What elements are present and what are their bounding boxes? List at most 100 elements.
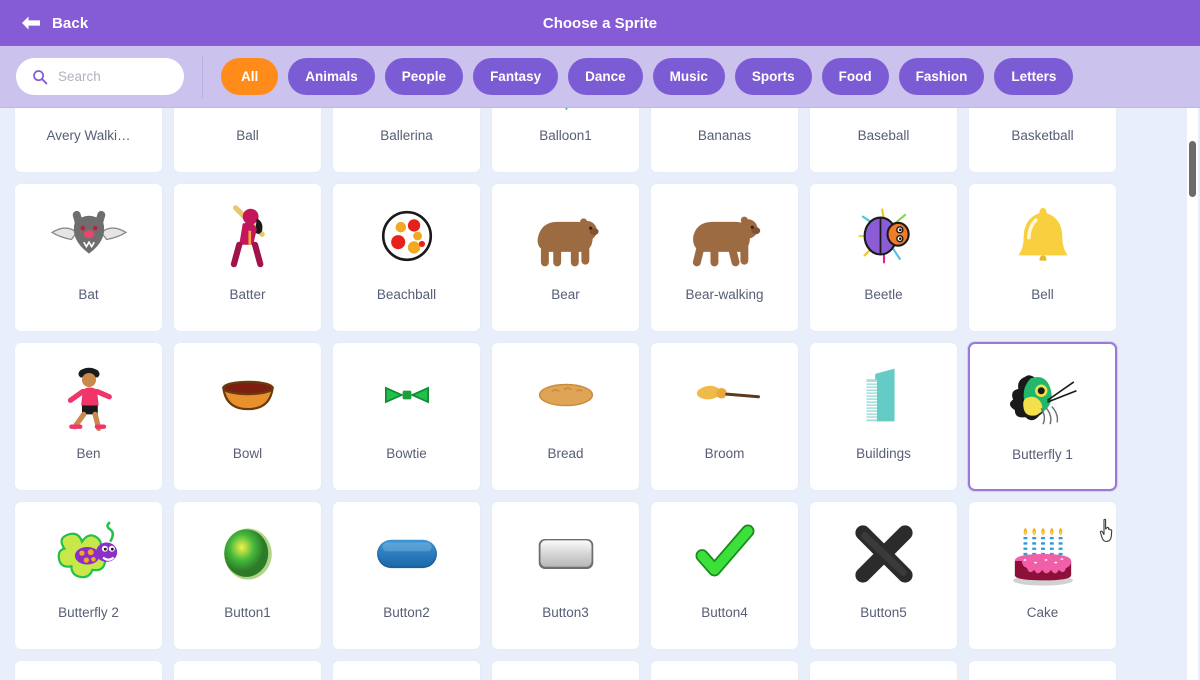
batter-icon bbox=[174, 184, 321, 288]
sprite-name: Button4 bbox=[701, 606, 748, 620]
sprite-tile[interactable]: Bread bbox=[491, 342, 640, 491]
sprite-tile[interactable]: Bear-walking bbox=[650, 183, 799, 332]
sprite-tile[interactable] bbox=[809, 660, 958, 680]
page-title: Choose a Sprite bbox=[542, 14, 658, 32]
avery-walking-icon bbox=[15, 108, 162, 129]
beetle-icon bbox=[810, 184, 957, 288]
sprite-tile[interactable]: Bananas bbox=[650, 108, 799, 173]
sprite-tile[interactable]: Button2 bbox=[332, 501, 481, 650]
sprite-tile[interactable]: Button3 bbox=[491, 501, 640, 650]
sprite-tile[interactable]: Batter bbox=[173, 183, 322, 332]
sprite-name: Batter bbox=[229, 288, 266, 302]
sprite-tile[interactable]: Button1 bbox=[173, 501, 322, 650]
filter-tag-music[interactable]: Music bbox=[652, 58, 725, 95]
button3-icon bbox=[492, 502, 639, 606]
sprite-name: Bear-walking bbox=[685, 288, 764, 302]
sprite-tile[interactable]: Balloon1 bbox=[491, 108, 640, 173]
baseball-icon bbox=[810, 108, 957, 129]
button5-icon bbox=[810, 502, 957, 606]
butterfly2-icon bbox=[15, 502, 162, 606]
vertical-scrollbar-thumb[interactable] bbox=[1189, 141, 1196, 197]
sprite-name: Cake bbox=[1026, 606, 1059, 620]
bell-icon bbox=[969, 184, 1116, 288]
calvrett-jumping-icon bbox=[15, 661, 162, 680]
sprite-tile[interactable]: Ben bbox=[14, 342, 163, 491]
sprite-library-scroll-area[interactable]: Avery Walki… Ball Ballerina Balloon1 Bananas… bbox=[0, 108, 1200, 680]
bread-icon bbox=[492, 343, 639, 447]
filter-tag-animals[interactable]: Animals bbox=[288, 58, 375, 95]
sprite-tile[interactable]: Ballerina bbox=[332, 108, 481, 173]
filter-tag-all[interactable]: All bbox=[221, 58, 279, 95]
bear-icon bbox=[492, 184, 639, 288]
sprite-name: Button2 bbox=[383, 606, 430, 620]
sprite-name: Bananas bbox=[697, 129, 752, 143]
sprite-name: Bowtie bbox=[386, 447, 427, 461]
bat-icon bbox=[15, 184, 162, 288]
sprite-tile[interactable] bbox=[968, 660, 1117, 680]
sprite-tile[interactable]: Buildings bbox=[809, 342, 958, 491]
catcher-icon bbox=[969, 661, 1116, 680]
sprite-tile[interactable]: Bear bbox=[491, 183, 640, 332]
sprite-tile[interactable]: Avery Walki… bbox=[14, 108, 163, 173]
sprite-tile[interactable] bbox=[491, 660, 640, 680]
balloon1-icon bbox=[492, 108, 639, 129]
button2-icon bbox=[333, 502, 480, 606]
cat-face-icon bbox=[810, 661, 957, 680]
cat-two-icon bbox=[651, 661, 798, 680]
filter-tag-sports[interactable]: Sports bbox=[734, 58, 812, 95]
vertical-scrollbar-track[interactable] bbox=[1187, 108, 1198, 680]
basketball-icon bbox=[969, 108, 1116, 129]
sprite-name: Beachball bbox=[376, 288, 437, 302]
search-field-wrapper bbox=[16, 58, 184, 95]
bowl-icon bbox=[174, 343, 321, 447]
sprite-name: Bear bbox=[551, 288, 580, 302]
sprite-tile[interactable] bbox=[650, 660, 799, 680]
sprite-name: Basketball bbox=[1011, 129, 1074, 143]
sprite-tile[interactable]: Beachball bbox=[332, 183, 481, 332]
sprite-tile[interactable] bbox=[173, 660, 322, 680]
sprite-tile[interactable]: Bowl bbox=[173, 342, 322, 491]
sprite-tile[interactable]: Basketball bbox=[968, 108, 1117, 173]
sprite-tile[interactable]: Cake bbox=[968, 501, 1117, 650]
sprite-name: Broom bbox=[704, 447, 745, 461]
filter-tag-fantasy[interactable]: Fantasy bbox=[473, 58, 559, 95]
ballerina-icon bbox=[333, 108, 480, 129]
sprite-tile[interactable]: Bowtie bbox=[332, 342, 481, 491]
sprite-name: Avery Walki… bbox=[46, 129, 131, 143]
sprite-name: Butterfly 2 bbox=[58, 606, 119, 620]
sprite-name: Button5 bbox=[860, 606, 907, 620]
sprite-tile[interactable]: Butterfly 1 bbox=[968, 342, 1117, 491]
sprite-name: Baseball bbox=[857, 129, 910, 143]
sprite-name: Ben bbox=[76, 447, 101, 461]
beachball-icon bbox=[333, 184, 480, 288]
arrow-left-icon bbox=[20, 15, 42, 31]
sprite-tile[interactable] bbox=[14, 660, 163, 680]
sprite-tile[interactable]: Bat bbox=[14, 183, 163, 332]
sprite-tile[interactable]: Beetle bbox=[809, 183, 958, 332]
filter-tag-letters[interactable]: Letters bbox=[994, 58, 1074, 95]
sprite-tile[interactable] bbox=[332, 660, 481, 680]
modal-header: Back Choose a Sprite bbox=[0, 0, 1200, 46]
filter-tag-food[interactable]: Food bbox=[821, 58, 889, 95]
sprite-tile[interactable]: Baseball bbox=[809, 108, 958, 173]
button4-icon bbox=[651, 502, 798, 606]
sprite-name: Balloon1 bbox=[539, 129, 592, 143]
filter-bar: AllAnimalsPeopleFantasyDanceMusicSportsF… bbox=[0, 46, 1200, 108]
search-input[interactable] bbox=[16, 58, 184, 95]
sprite-name: Ball bbox=[236, 129, 259, 143]
sprite-tile[interactable]: Butterfly 2 bbox=[14, 501, 163, 650]
back-button[interactable]: Back bbox=[20, 15, 88, 32]
tag-list: All Animals People Fantasy Dance Music Sports F… bbox=[221, 58, 1184, 95]
ball-icon bbox=[174, 108, 321, 129]
sprite-tile[interactable]: Bell bbox=[968, 183, 1117, 332]
sprite-name: Bat bbox=[78, 288, 99, 302]
sprite-tile[interactable]: Button4 bbox=[650, 501, 799, 650]
sprite-tile[interactable]: Ball bbox=[173, 108, 322, 173]
filter-tag-fashion[interactable]: Fashion bbox=[898, 58, 985, 95]
sprite-tile[interactable]: Button5 bbox=[809, 501, 958, 650]
buildings-icon bbox=[810, 343, 957, 447]
sprite-tile[interactable]: Broom bbox=[650, 342, 799, 491]
filter-tag-dance[interactable]: Dance bbox=[568, 58, 643, 95]
broom-icon bbox=[651, 343, 798, 447]
filter-tag-people[interactable]: People bbox=[384, 58, 464, 95]
